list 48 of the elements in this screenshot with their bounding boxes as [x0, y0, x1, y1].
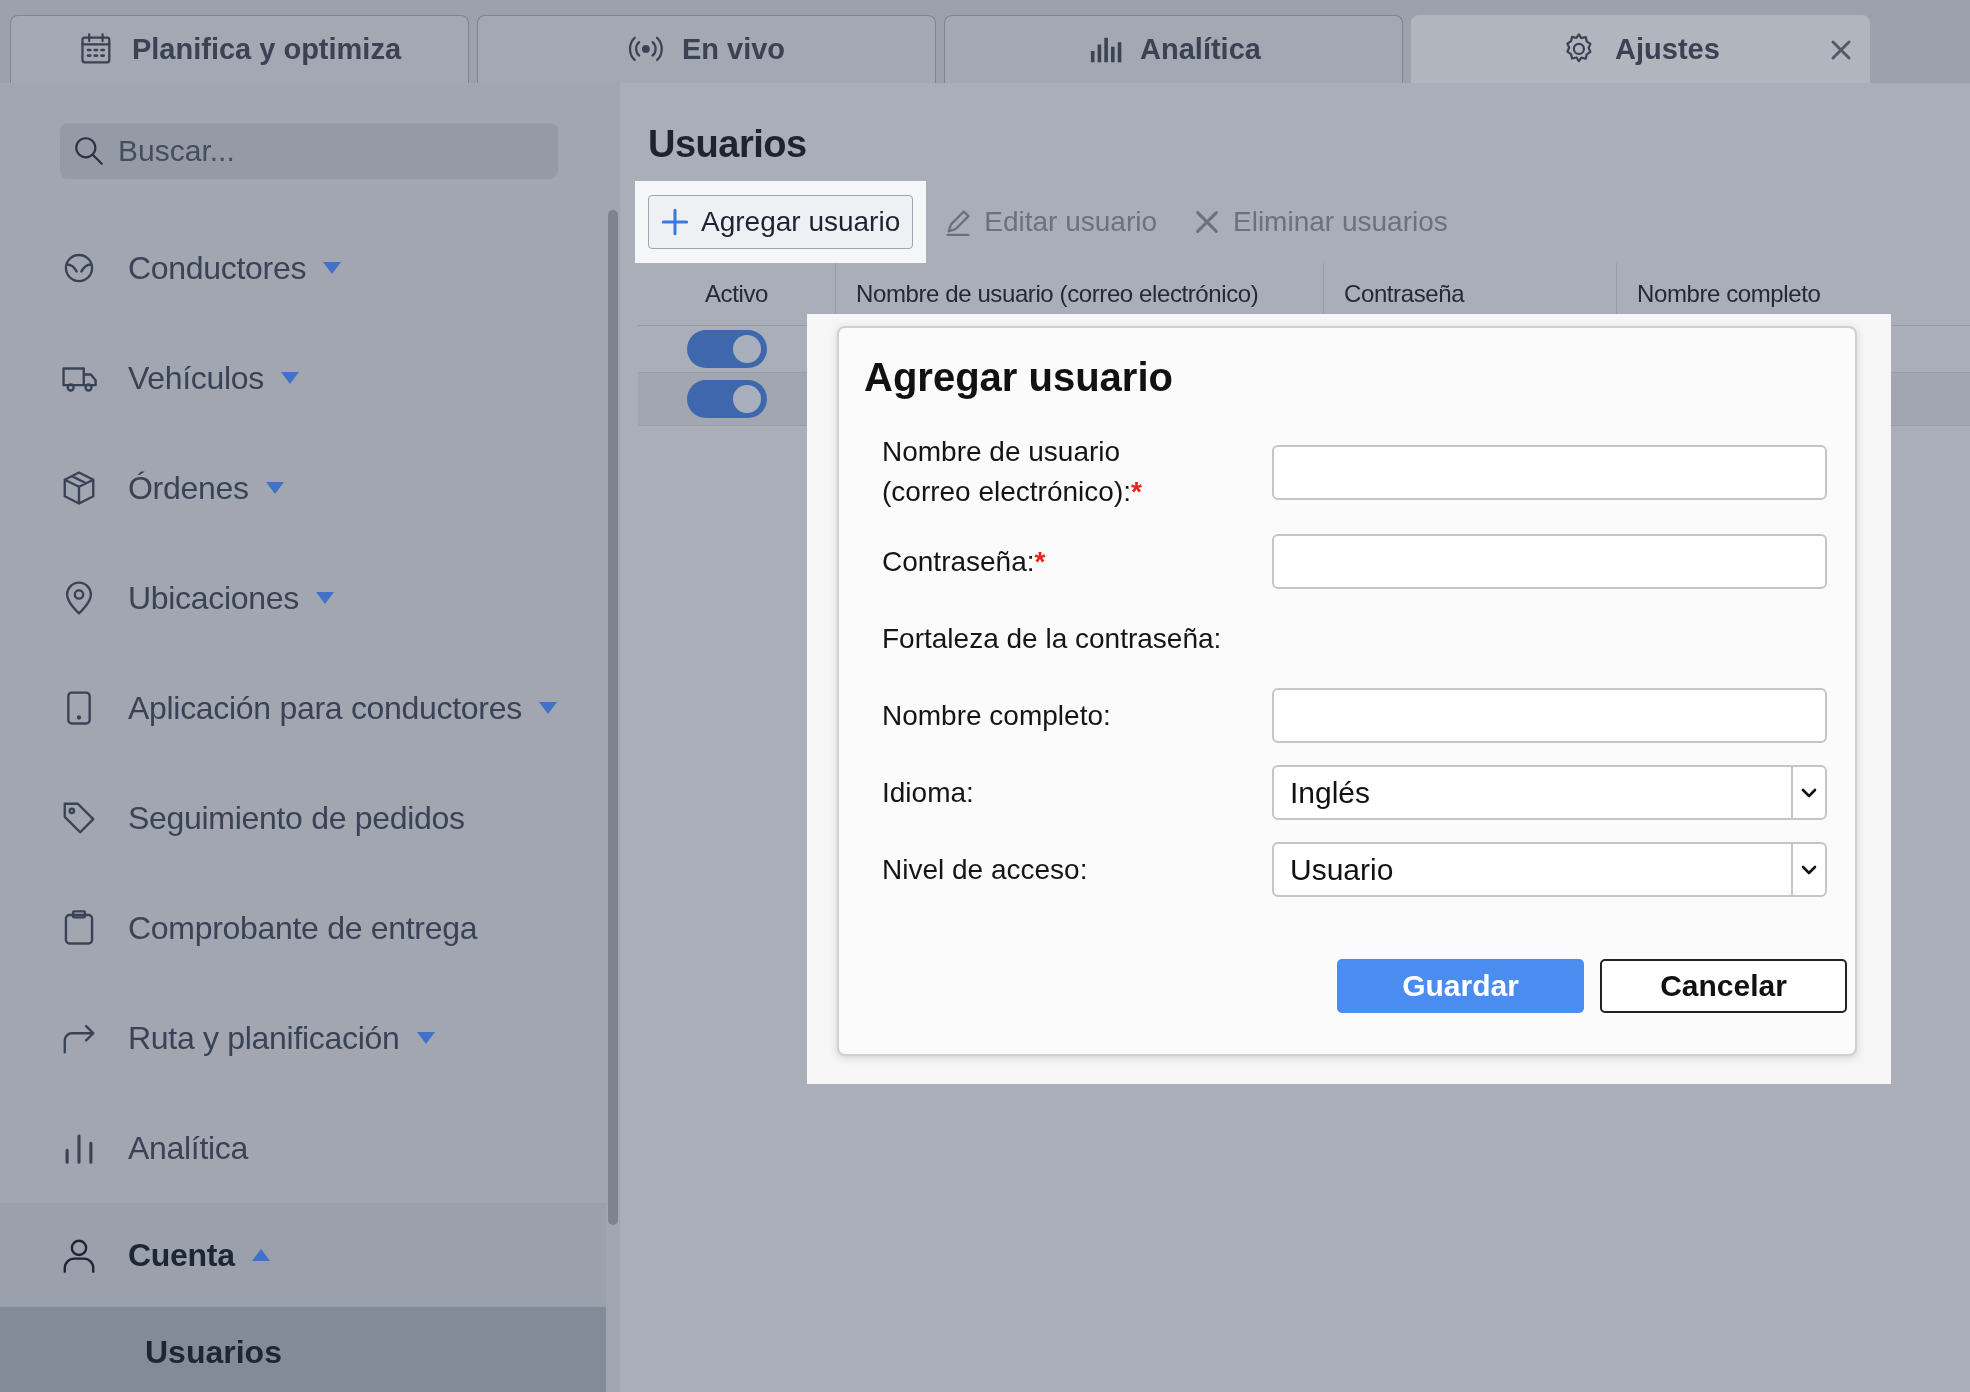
close-icon: [1193, 208, 1221, 236]
caret-icon: [315, 591, 335, 605]
field-label: Nombre completo:: [882, 698, 1112, 733]
toggle-switch[interactable]: [687, 330, 767, 368]
sidebar-item[interactable]: Analítica: [0, 1093, 606, 1203]
dropdown[interactable]: Usuario: [1272, 842, 1827, 897]
field-label: Nivel de acceso:: [882, 852, 1089, 887]
caret-icon: [250, 1248, 271, 1262]
toolbar-button[interactable]: Agregar usuario: [648, 195, 914, 249]
tab[interactable]: Planifica y optimiza: [10, 15, 469, 83]
scrollbar[interactable]: [608, 210, 618, 1225]
cancel-button[interactable]: Cancelar: [1600, 959, 1847, 1013]
sidebar-item[interactable]: Órdenes: [0, 433, 606, 543]
dropdown[interactable]: Inglés: [1272, 765, 1827, 820]
chevron-down-icon: [1800, 863, 1818, 876]
field-label: Nombre de usuario (correo electrónico):*: [882, 435, 1143, 509]
caret-icon: [264, 481, 285, 495]
field-label: Idioma:: [882, 775, 975, 810]
sidebar-subitem[interactable]: Usuarios: [0, 1307, 606, 1392]
save-button[interactable]: Guardar: [1337, 959, 1584, 1013]
caret-icon: [537, 701, 558, 715]
input-field[interactable]: [1272, 444, 1827, 500]
tab[interactable]: Ajustes: [1411, 15, 1870, 83]
tab[interactable]: Analítica: [944, 15, 1403, 83]
field-label: Contraseña:*: [882, 544, 1047, 579]
sidebar-item[interactable]: Ruta y planificación: [0, 983, 606, 1093]
caret-icon: [280, 371, 301, 385]
search-field[interactable]: Buscar...: [60, 123, 558, 179]
caret-icon: [415, 1031, 436, 1045]
sidebar-item[interactable]: Aplicación para conductores: [0, 653, 606, 763]
sidebar-item[interactable]: Conductores: [0, 213, 606, 323]
sidebar-item[interactable]: Cuenta: [0, 1203, 606, 1307]
caret-icon: [322, 261, 343, 275]
sidebar-item[interactable]: Vehículos: [0, 323, 606, 433]
dialog-title: Agregar usuario: [864, 354, 1174, 401]
pencil-icon: [944, 208, 973, 236]
input-field[interactable]: [1272, 534, 1827, 589]
plus-icon: [661, 208, 689, 236]
sidebar-item[interactable]: Comprobante de entrega: [0, 873, 606, 983]
toggle-switch[interactable]: [687, 380, 767, 418]
chevron-down-icon: [1800, 786, 1818, 799]
sidebar-item[interactable]: Ubicaciones: [0, 543, 606, 653]
input-field[interactable]: [1272, 688, 1827, 743]
tab[interactable]: En vivo: [477, 15, 936, 83]
search-icon: [72, 134, 106, 168]
page-title: Usuarios: [648, 123, 808, 167]
field-label: Fortaleza de la contraseña:: [882, 621, 1223, 656]
sidebar-item[interactable]: Seguimiento de pedidos: [0, 763, 606, 873]
